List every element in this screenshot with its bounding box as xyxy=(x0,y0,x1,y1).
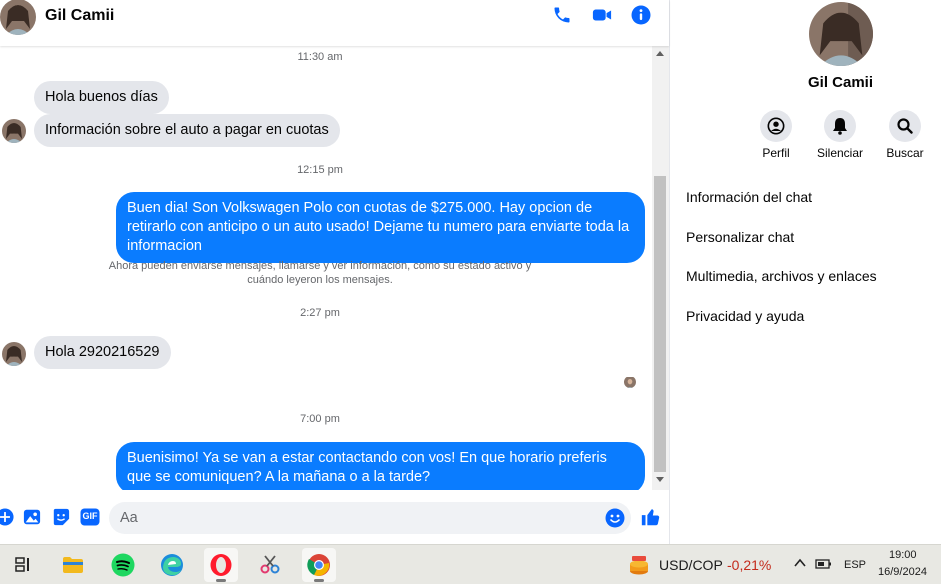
gif-label: GIF xyxy=(82,511,98,521)
system-notice: Ahora pueden enviarse mensajes, llamarse… xyxy=(108,260,532,286)
active-app-indicator xyxy=(314,579,324,582)
search-action-label: Buscar xyxy=(886,146,924,160)
chat-pane: Gil Camii 11:30 am Hola buenos días Info… xyxy=(0,0,670,544)
scroll-down-arrow[interactable] xyxy=(656,477,664,482)
thumbs-up-icon[interactable] xyxy=(640,506,662,528)
messenger-window: Gil Camii 11:30 am Hola buenos días Info… xyxy=(0,0,941,584)
menu-media-files-links[interactable]: Multimedia, archivos y enlaces xyxy=(686,268,877,284)
spotify-icon[interactable] xyxy=(106,548,140,582)
opera-browser-icon[interactable] xyxy=(204,548,238,582)
currency-widget-icon[interactable] xyxy=(622,548,656,582)
input-language[interactable]: ESP xyxy=(844,559,866,571)
profile-avatar[interactable] xyxy=(809,2,873,66)
composer-bar: GIF xyxy=(0,496,669,540)
message-list[interactable]: 11:30 am Hola buenos días Información so… xyxy=(0,46,652,490)
emoji-icon[interactable] xyxy=(605,508,625,528)
timestamp: 11:30 am xyxy=(297,51,343,63)
outgoing-message[interactable]: Buen dia! Son Volkswagen Polo con cuotas… xyxy=(116,192,645,263)
chevron-up-icon[interactable] xyxy=(793,556,807,573)
clock-time[interactable]: 19:00 xyxy=(889,549,917,561)
currency-pair[interactable]: USD/COP xyxy=(659,557,723,573)
clock-date[interactable]: 16/9/2024 xyxy=(878,566,927,578)
timestamp: 7:00 pm xyxy=(300,413,340,425)
menu-customize-chat[interactable]: Personalizar chat xyxy=(686,229,794,245)
mute-action[interactable]: Silenciar xyxy=(810,110,870,160)
timestamp: 12:15 pm xyxy=(297,164,343,176)
chrome-browser-icon[interactable] xyxy=(302,548,336,582)
outgoing-message[interactable]: Buenisimo! Ya se van a estar contactando… xyxy=(116,442,645,490)
phone-call-icon[interactable] xyxy=(552,5,574,27)
chat-info-panel: Gil Camii Perfil Silenciar Buscar Inform… xyxy=(670,0,941,544)
photo-icon[interactable] xyxy=(23,508,43,528)
profile-action-label: Perfil xyxy=(762,146,790,160)
contact-avatar-small xyxy=(2,342,26,366)
profile-action[interactable]: Perfil xyxy=(746,110,806,160)
incoming-message[interactable]: Hola buenos días xyxy=(34,81,169,114)
info-icon[interactable] xyxy=(631,5,653,27)
snipping-tool-icon[interactable] xyxy=(253,548,287,582)
mute-action-label: Silenciar xyxy=(816,146,864,160)
seen-indicator-avatar xyxy=(624,376,636,388)
contact-avatar[interactable] xyxy=(0,0,36,35)
user-circle-icon xyxy=(760,110,792,142)
message-scrollbar[interactable] xyxy=(652,46,669,490)
menu-privacy-help[interactable]: Privacidad y ayuda xyxy=(686,308,804,324)
message-input-wrapper[interactable] xyxy=(109,502,631,534)
profile-name: Gil Camii xyxy=(807,74,874,91)
sticker-icon[interactable] xyxy=(52,508,72,528)
windows-taskbar: USD/COP -0,21% ESP 19:00 16/9/2024 xyxy=(0,544,941,584)
active-app-indicator xyxy=(216,579,226,582)
menu-chat-info[interactable]: Información del chat xyxy=(686,189,812,205)
scroll-thumb[interactable] xyxy=(654,176,666,472)
battery-network-icon[interactable] xyxy=(815,557,833,574)
plus-circle-icon[interactable] xyxy=(0,508,16,528)
message-input[interactable] xyxy=(120,502,600,534)
chat-header: Gil Camii xyxy=(0,0,669,46)
timestamp: 2:27 pm xyxy=(300,307,340,319)
file-explorer-icon[interactable] xyxy=(56,548,90,582)
contact-name[interactable]: Gil Camii xyxy=(45,7,114,25)
search-icon xyxy=(889,110,921,142)
incoming-message[interactable]: Información sobre el auto a pagar en cuo… xyxy=(34,114,340,147)
bell-icon xyxy=(824,110,856,142)
incoming-message[interactable]: Hola 2920216529 xyxy=(34,336,171,369)
contact-avatar-small xyxy=(2,119,26,143)
video-call-icon[interactable] xyxy=(591,5,613,27)
scroll-up-arrow[interactable] xyxy=(656,51,664,56)
search-action[interactable]: Buscar xyxy=(875,110,935,160)
edge-browser-icon[interactable] xyxy=(155,548,189,582)
currency-change[interactable]: -0,21% xyxy=(727,557,771,573)
gif-icon[interactable]: GIF xyxy=(80,508,100,528)
task-view-icon[interactable] xyxy=(6,548,40,582)
